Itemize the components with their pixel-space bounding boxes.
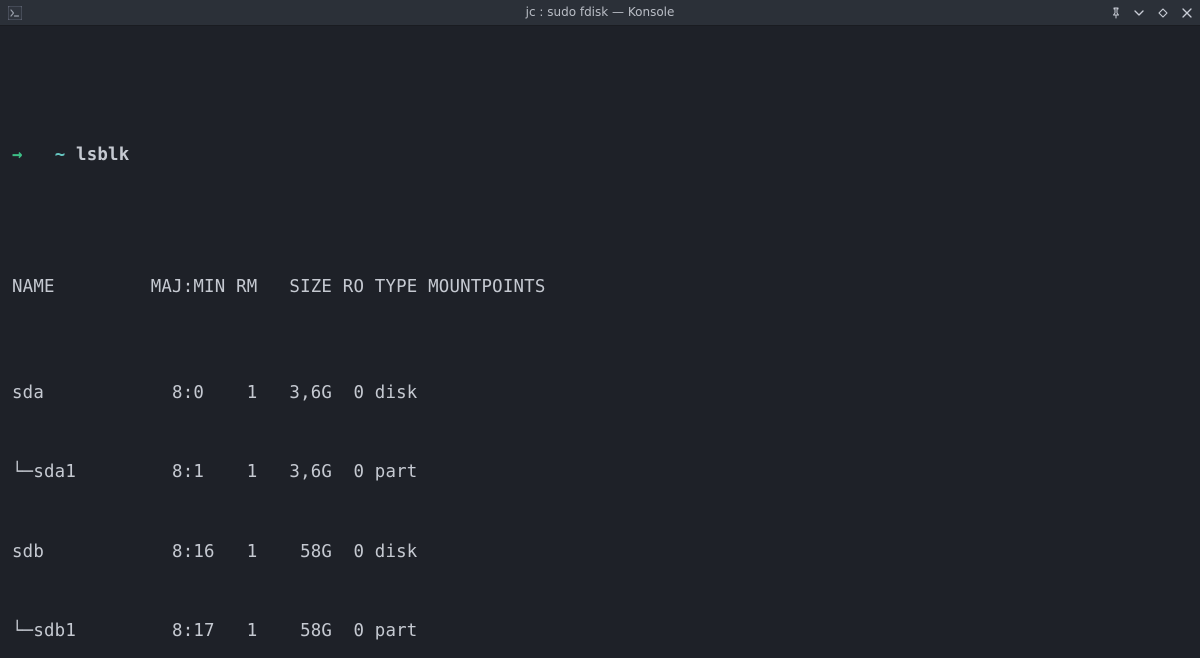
window-controls	[1108, 6, 1194, 20]
minimize-icon[interactable]	[1132, 6, 1146, 20]
lsblk-header: NAME MAJ:MIN RM SIZE RO TYPE MOUNTPOINTS	[12, 274, 1188, 300]
app-icon	[8, 6, 22, 20]
lsblk-row: └─sdb1 8:17 1 58G 0 part	[12, 618, 1188, 644]
lsblk-row: └─sda1 8:1 1 3,6G 0 part	[12, 459, 1188, 485]
prompt-line-1: → ~ lsblk	[12, 142, 1188, 168]
lsblk-row: sdb 8:16 1 58G 0 disk	[12, 539, 1188, 565]
window-title: jc : sudo fdisk — Konsole	[526, 3, 675, 21]
window-titlebar: jc : sudo fdisk — Konsole	[0, 0, 1200, 26]
maximize-icon[interactable]	[1156, 6, 1170, 20]
command-lsblk: lsblk	[76, 145, 129, 165]
pin-icon[interactable]	[1108, 6, 1122, 20]
prompt-arrow: →	[12, 145, 23, 165]
close-icon[interactable]	[1180, 6, 1194, 20]
lsblk-row: sda 8:0 1 3,6G 0 disk	[12, 380, 1188, 406]
terminal-output[interactable]: → ~ lsblk NAME MAJ:MIN RM SIZE RO TYPE M…	[0, 26, 1200, 658]
prompt-tilde: ~	[55, 145, 66, 165]
